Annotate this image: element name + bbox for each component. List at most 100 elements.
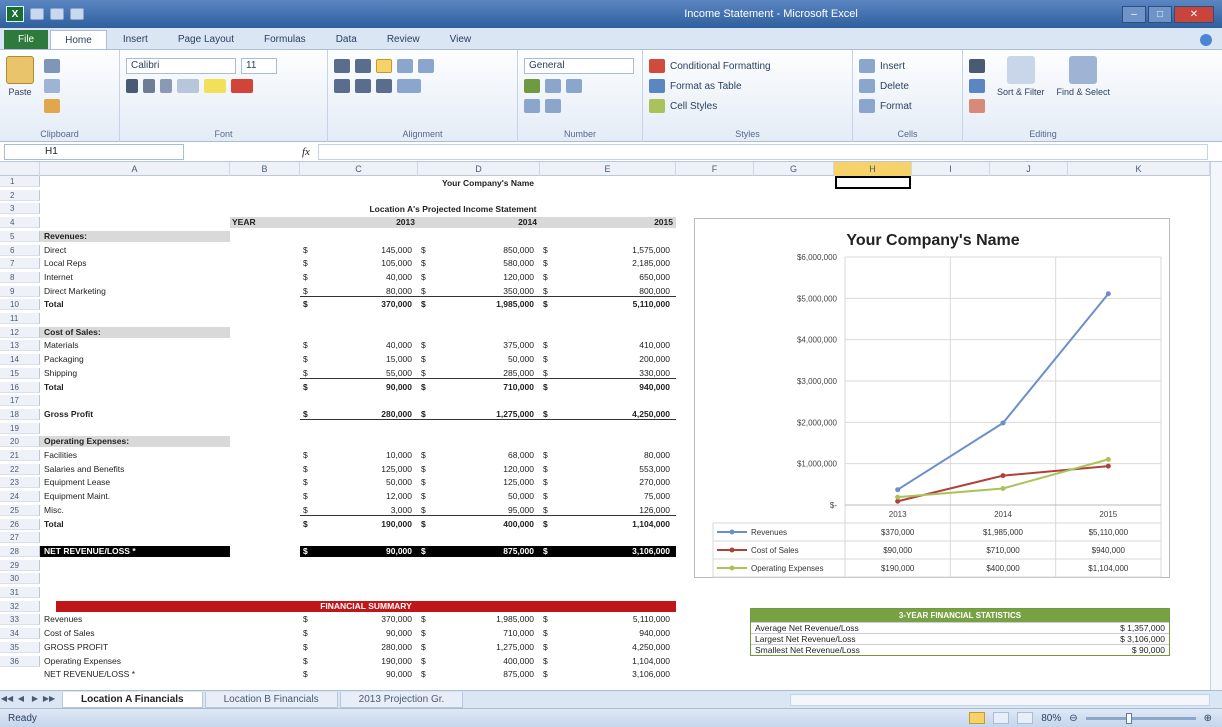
currency-cell[interactable]: $ — [540, 656, 554, 667]
currency-cell[interactable]: $ — [300, 245, 314, 256]
insert-cells-button[interactable]: Insert — [859, 56, 956, 76]
column-header-h[interactable]: H — [834, 162, 912, 176]
align-left-icon[interactable] — [334, 79, 350, 93]
row-header[interactable]: 22 — [0, 463, 40, 475]
row-header[interactable]: 14 — [0, 354, 40, 366]
line-item-value[interactable]: 410,000 — [554, 340, 676, 351]
column-header-d[interactable]: D — [418, 162, 540, 176]
autosum-icon[interactable] — [969, 59, 985, 73]
currency-cell[interactable]: $ — [418, 340, 432, 351]
currency-cell[interactable]: $ — [300, 450, 314, 461]
currency-cell[interactable]: $ — [418, 656, 432, 667]
number-format-combo[interactable]: General — [524, 58, 634, 74]
currency-cell[interactable]: $ — [540, 368, 554, 379]
currency-cell[interactable]: $ — [418, 669, 432, 680]
excel-app-icon[interactable]: X — [6, 6, 24, 22]
currency-cell[interactable]: $ — [300, 628, 314, 639]
line-item-value[interactable]: 40,000 — [314, 340, 418, 351]
font-size-combo[interactable]: 11 — [241, 58, 277, 74]
currency-cell[interactable]: $ — [418, 286, 432, 297]
tab-view[interactable]: View — [436, 30, 486, 49]
row-header[interactable]: 23 — [0, 477, 40, 489]
year-label-cell[interactable]: YEAR — [230, 217, 300, 228]
summary-label[interactable]: NET REVENUE/LOSS * — [40, 669, 230, 680]
worksheet-grid[interactable]: 1 2 3 4 5 6 7 8 9 10 11 12 13 14 15 16 17 18 19 20 21 22 23 24 2… — [0, 176, 1210, 680]
row-header[interactable]: 26 — [0, 518, 40, 530]
line-item-value[interactable]: 50,000 — [432, 354, 540, 365]
currency-cell[interactable]: $ — [300, 258, 314, 269]
row-header[interactable]: 12 — [0, 326, 40, 338]
currency-cell[interactable]: $ — [300, 505, 314, 516]
company-name-cell[interactable]: Your Company's Name — [300, 178, 676, 189]
currency-cell[interactable]: $ — [300, 464, 314, 475]
line-item-value[interactable]: 270,000 — [554, 477, 676, 488]
summary-value[interactable]: 370,000 — [314, 614, 418, 625]
currency-cell[interactable]: $ — [418, 354, 432, 365]
find-select-button[interactable]: Find & Select — [1057, 56, 1110, 116]
zoom-in-icon[interactable]: ⊕ — [1204, 713, 1212, 724]
currency-cell[interactable]: $ — [540, 519, 554, 530]
line-item-value[interactable]: 80,000 — [314, 286, 418, 297]
currency-cell[interactable]: $ — [300, 545, 314, 557]
tab-review[interactable]: Review — [373, 30, 434, 49]
currency-cell[interactable]: $ — [540, 382, 554, 393]
line-item-label[interactable]: Direct Marketing — [40, 286, 230, 297]
fill-color-icon[interactable] — [204, 79, 226, 93]
row-header[interactable]: 19 — [0, 422, 40, 434]
section-header-cell[interactable]: Cost of Sales: — [40, 326, 230, 338]
copy-icon[interactable] — [44, 79, 60, 93]
column-header-a[interactable]: A — [40, 162, 230, 176]
total-value[interactable]: 1,104,000 — [554, 519, 676, 530]
currency-cell[interactable]: $ — [418, 642, 432, 653]
line-item-label[interactable]: Equipment Lease — [40, 477, 230, 488]
currency-cell[interactable]: $ — [418, 382, 432, 393]
currency-cell[interactable]: $ — [540, 545, 554, 557]
net-revenue-value[interactable]: 3,106,000 — [554, 545, 676, 557]
line-item-label[interactable]: Shipping — [40, 368, 230, 379]
year-header-cell[interactable]: 2015 — [540, 217, 676, 228]
total-value[interactable]: 370,000 — [314, 299, 418, 310]
merge-center-icon[interactable] — [397, 79, 421, 93]
row-header[interactable]: 4 — [0, 217, 40, 229]
conditional-formatting-button[interactable]: Conditional Formatting — [649, 56, 846, 76]
summary-value[interactable]: 280,000 — [314, 642, 418, 653]
summary-value[interactable]: 5,110,000 — [554, 614, 676, 625]
borders-icon[interactable] — [177, 79, 199, 93]
font-name-combo[interactable]: Calibri — [126, 58, 236, 74]
gross-profit-value[interactable]: 280,000 — [314, 409, 418, 420]
section-header-cell[interactable]: Operating Expenses: — [40, 436, 230, 448]
line-item-label[interactable]: Equipment Maint. — [40, 491, 230, 502]
net-revenue-value[interactable]: 875,000 — [432, 545, 540, 557]
total-value[interactable]: 710,000 — [432, 382, 540, 393]
statistics-row[interactable]: Average Net Revenue/Loss $ 1,357,000 — [751, 622, 1169, 633]
currency-cell[interactable]: $ — [540, 354, 554, 365]
column-header-e[interactable]: E — [540, 162, 676, 176]
line-item-label[interactable]: Misc. — [40, 505, 230, 516]
summary-value[interactable]: 875,000 — [432, 669, 540, 680]
function-icon[interactable]: fx — [302, 146, 310, 158]
currency-cell[interactable]: $ — [418, 409, 432, 420]
zoom-slider-thumb[interactable] — [1125, 712, 1132, 724]
save-icon[interactable] — [30, 8, 44, 20]
total-value[interactable]: 5,110,000 — [554, 299, 676, 310]
row-header[interactable]: 29 — [0, 559, 40, 571]
row-header[interactable]: 31 — [0, 587, 40, 598]
line-item-value[interactable]: 650,000 — [554, 272, 676, 283]
currency-cell[interactable]: $ — [418, 450, 432, 461]
summary-value[interactable]: 710,000 — [432, 628, 540, 639]
column-header-f[interactable]: F — [676, 162, 754, 176]
sheet-tab-location-b[interactable]: Location B Financials — [204, 691, 338, 708]
line-item-value[interactable]: 125,000 — [314, 464, 418, 475]
align-bottom-icon[interactable] — [376, 59, 392, 73]
row-header[interactable]: 10 — [0, 299, 40, 311]
row-header[interactable]: 3 — [0, 203, 40, 215]
line-item-value[interactable]: 120,000 — [432, 272, 540, 283]
wrap-text-icon[interactable] — [418, 59, 434, 73]
currency-cell[interactable]: $ — [418, 477, 432, 488]
line-item-value[interactable]: 80,000 — [554, 450, 676, 461]
currency-cell[interactable]: $ — [300, 354, 314, 365]
line-item-value[interactable]: 285,000 — [432, 368, 540, 379]
year-header-cell[interactable]: 2014 — [418, 217, 540, 228]
italic-icon[interactable] — [143, 79, 155, 93]
zoom-out-icon[interactable]: ⊖ — [1069, 713, 1077, 724]
